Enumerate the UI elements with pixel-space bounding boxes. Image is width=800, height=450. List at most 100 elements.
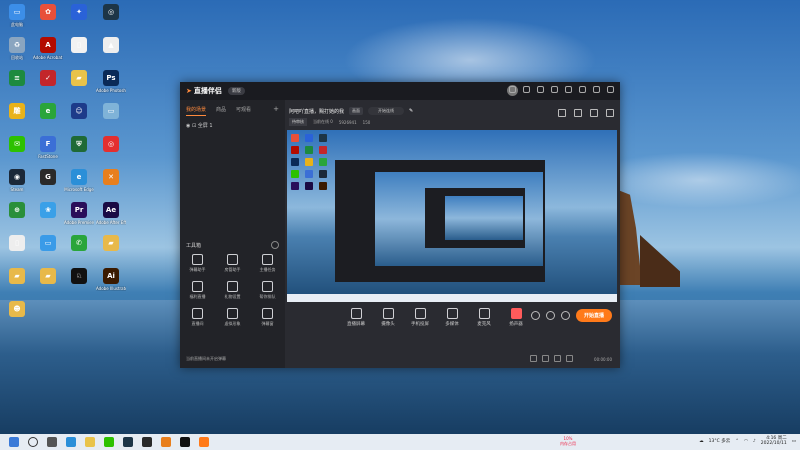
- tool-room[interactable]: 直播间: [180, 308, 215, 327]
- speaker-button[interactable]: 扬声器: [505, 308, 527, 327]
- desktop-icon[interactable]: ≡: [2, 70, 32, 88]
- desktop-icon[interactable]: ☻: [2, 301, 32, 319]
- desktop-icon[interactable]: ▲: [96, 37, 126, 55]
- desktop-icon[interactable]: ♘: [64, 268, 94, 286]
- stream-title[interactable]: 阿吧吖直播，赐打她的我: [289, 108, 344, 115]
- tool-welfare[interactable]: 福利直播: [180, 281, 215, 300]
- desktop-icon[interactable]: ▯: [2, 235, 32, 253]
- livestream-app-icon[interactable]: [180, 437, 190, 447]
- tool-window[interactable]: 弹幕窗: [250, 308, 285, 327]
- desktop-icon[interactable]: ✉: [2, 136, 32, 154]
- microphone-button[interactable]: 麦克风: [473, 308, 495, 327]
- desktop-icon[interactable]: ✦: [64, 4, 94, 22]
- desktop-icon[interactable]: ☺: [64, 103, 94, 121]
- go-live-button[interactable]: 开始直播: [575, 309, 612, 322]
- eye-icon[interactable]: [546, 311, 555, 320]
- clock[interactable]: 4:16 周二 2022/10/11: [761, 436, 787, 446]
- tools-icon[interactable]: [574, 109, 582, 117]
- wechat-icon[interactable]: [104, 437, 114, 447]
- desktop-icon[interactable]: F FastStone: [33, 136, 63, 159]
- explorer-icon[interactable]: [85, 437, 95, 447]
- desktop-icon[interactable]: ⛨: [64, 136, 94, 154]
- desktop-icon[interactable]: Ai Adobe Illustrator: [96, 268, 126, 291]
- desktop-icon[interactable]: Ae Adobe After Effects: [96, 202, 126, 225]
- search-icon[interactable]: [28, 437, 38, 447]
- weather-text[interactable]: 13°C 多云: [709, 438, 731, 444]
- tab-goods[interactable]: 商品: [216, 106, 226, 116]
- desktop-icon[interactable]: ▰: [96, 235, 126, 253]
- share-icon[interactable]: [606, 109, 614, 117]
- notification-icon[interactable]: ▭: [792, 439, 796, 444]
- desktop-icon[interactable]: ▰: [33, 268, 63, 286]
- minimize-button[interactable]: [579, 86, 586, 93]
- shirt-icon[interactable]: [537, 86, 544, 93]
- tool-danmu[interactable]: 弹幕助手: [180, 254, 215, 273]
- close-button[interactable]: [607, 86, 614, 93]
- tool-admin[interactable]: 房管助手: [215, 254, 250, 273]
- version-badge[interactable]: 新版: [227, 87, 245, 95]
- desktop-icon[interactable]: e Microsoft Edge: [64, 169, 94, 192]
- desktop-icon[interactable]: 雕: [2, 103, 32, 121]
- desktop-icon[interactable]: G: [33, 169, 63, 187]
- home-icon[interactable]: [558, 109, 566, 117]
- maximize-button[interactable]: [593, 86, 600, 93]
- desktop-icon[interactable]: ✕: [96, 169, 126, 187]
- desktop-icon[interactable]: ▭ 此电脑: [2, 4, 32, 27]
- app-icon[interactable]: [123, 437, 133, 447]
- record-icon[interactable]: [531, 311, 540, 320]
- start-icon[interactable]: [9, 437, 19, 447]
- connect-button[interactable]: 开始连线: [368, 107, 405, 115]
- tab-viewers[interactable]: 可观看: [236, 106, 251, 116]
- desktop-icon[interactable]: ◉ Steam: [2, 169, 32, 192]
- camera-button[interactable]: 摄像头: [377, 308, 399, 327]
- screen-capture-button[interactable]: 直播屏幕: [345, 308, 367, 327]
- scene-item[interactable]: ◉ ⊡ 全屏 1: [186, 122, 279, 129]
- desktop-icon[interactable]: ▯: [64, 37, 94, 55]
- more-tools-icon[interactable]: [271, 241, 279, 249]
- tool-app-icon[interactable]: [161, 437, 171, 447]
- tab-scenes[interactable]: 我的场景: [186, 106, 207, 116]
- desktop-icon[interactable]: ⊕: [2, 202, 32, 220]
- desktop-icon[interactable]: ✿: [33, 4, 63, 22]
- desktop-icon[interactable]: Pr Adobe Premiere: [64, 202, 94, 225]
- add-scene-icon[interactable]: +: [273, 105, 279, 113]
- tool-avatar[interactable]: 虚拟形象: [215, 308, 250, 327]
- settings-icon[interactable]: [551, 86, 558, 93]
- wifi-icon[interactable]: ◠: [744, 439, 748, 444]
- desktop-icon[interactable]: ✆: [64, 235, 94, 253]
- screen-chip[interactable]: 画面: [349, 107, 364, 115]
- desktop-icon[interactable]: e: [33, 103, 63, 121]
- gift-icon[interactable]: [523, 86, 530, 93]
- bell-icon[interactable]: [590, 109, 598, 117]
- desktop-icon[interactable]: ❀: [33, 202, 63, 220]
- message-icon[interactable]: [509, 86, 516, 93]
- phone-cast-button[interactable]: 手机投屏: [409, 308, 431, 327]
- desktop-icon[interactable]: ▰: [2, 268, 32, 286]
- tool-queue[interactable]: 帮你排队: [250, 281, 285, 300]
- desktop-icon[interactable]: Ps Adobe Photoshop: [96, 70, 126, 93]
- volume-icon[interactable]: ♪: [753, 439, 756, 444]
- recording-app-icon[interactable]: [199, 437, 209, 447]
- weather-icon[interactable]: ☁: [699, 439, 704, 444]
- tool-gift[interactable]: 礼物设置: [215, 281, 250, 300]
- desktop-icon[interactable]: ▰: [64, 70, 94, 88]
- desktop-icon[interactable]: ▭: [96, 103, 126, 121]
- edit-icon[interactable]: ✎: [409, 108, 413, 114]
- desktop-icon[interactable]: ✓: [33, 70, 63, 88]
- g-icon[interactable]: [142, 437, 152, 447]
- menu-icon[interactable]: [565, 86, 572, 93]
- desktop-icon[interactable]: ◎: [96, 136, 126, 154]
- lock-icon[interactable]: ⊡: [192, 123, 196, 129]
- tool-task[interactable]: 主播任务: [250, 254, 285, 273]
- chevron-up-icon[interactable]: ⌃: [735, 439, 739, 444]
- media-button[interactable]: 多媒体: [441, 308, 463, 327]
- eye-icon[interactable]: ◉: [186, 123, 190, 129]
- gear-icon[interactable]: [561, 311, 570, 320]
- desktop-icon[interactable]: A Adobe Acrobat DC: [33, 37, 63, 60]
- desktop-icon[interactable]: ◎: [96, 4, 126, 22]
- stream-preview[interactable]: [287, 130, 617, 302]
- task-view-icon[interactable]: [47, 437, 57, 447]
- desktop-icon[interactable]: ▭: [33, 235, 63, 253]
- desktop-icon[interactable]: ♻ 回收站: [2, 37, 32, 60]
- edge-icon[interactable]: [66, 437, 76, 447]
